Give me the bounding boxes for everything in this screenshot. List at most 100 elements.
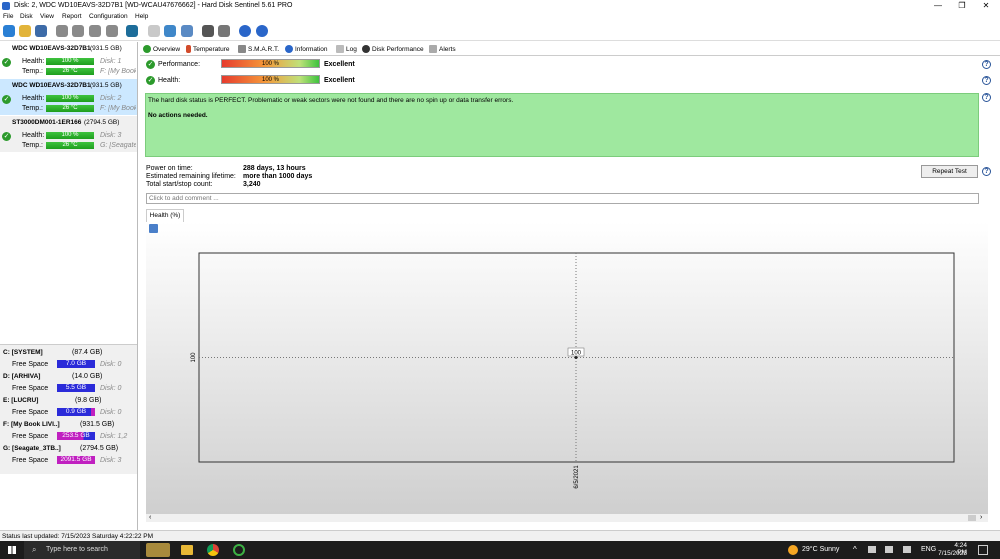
menu-help[interactable]: Help xyxy=(135,13,148,20)
help-icon[interactable]: ? xyxy=(982,60,991,69)
y-tick-label: 100 xyxy=(191,352,197,363)
tab-label: Alerts xyxy=(439,45,456,53)
x-tick-label: 6/5/2021 xyxy=(574,465,580,489)
menu-disk[interactable]: Disk xyxy=(20,13,33,20)
tab-alerts[interactable]: Alerts xyxy=(429,44,456,54)
disk-number: Disk: 1,2 xyxy=(100,433,128,440)
scroll-right-icon[interactable]: › xyxy=(980,514,982,522)
maximize-button[interactable]: ❐ xyxy=(950,0,974,12)
menu-view[interactable]: View xyxy=(40,13,54,20)
alerts-icon xyxy=(429,45,437,53)
app-taskbar-icon[interactable] xyxy=(233,544,245,556)
search-placeholder: Type here to search xyxy=(46,546,108,553)
performance-icon xyxy=(362,45,370,53)
volume-name: G: [Seagate_3TB..] xyxy=(3,445,61,452)
volume-entry[interactable]: F: [My Book LIVI..] (931.5 GB) Free Spac… xyxy=(0,417,137,441)
menu-report[interactable]: Report xyxy=(62,13,82,20)
volume-name: C: [SYSTEM] xyxy=(3,349,43,356)
surface-test-icon[interactable] xyxy=(72,25,84,37)
tab-disk-performance[interactable]: Disk Performance xyxy=(362,44,424,54)
health-bar: 100 % xyxy=(46,132,94,139)
thermometer-icon xyxy=(186,45,191,53)
notification-icon[interactable] xyxy=(978,545,988,555)
monitor-icon[interactable] xyxy=(35,25,47,37)
tab-information[interactable]: Information xyxy=(285,44,328,54)
search-icon: ⌕ xyxy=(32,545,37,554)
volume-tray-icon[interactable] xyxy=(903,546,911,553)
free-space-bar: 0.9 GB xyxy=(57,408,95,416)
volume-size: (87.4 GB) xyxy=(72,349,103,356)
free-space-label: Free Space xyxy=(12,409,49,416)
temp-label: Temp.: xyxy=(22,105,44,112)
disk-number: Disk: 0 xyxy=(100,409,122,416)
language-indicator[interactable]: ENG xyxy=(921,546,936,553)
network-tray-icon[interactable] xyxy=(868,546,876,553)
volume-entry[interactable]: C: [SYSTEM] (87.4 GB) Free Space 7.0 GB … xyxy=(0,345,137,369)
test-icon[interactable] xyxy=(56,25,68,37)
close-button[interactable]: ✕ xyxy=(974,0,998,12)
performance-icon[interactable] xyxy=(202,25,214,37)
menu-configuration[interactable]: Configuration xyxy=(89,13,128,20)
tab-temperature[interactable]: Temperature xyxy=(186,44,230,54)
refresh-icon[interactable] xyxy=(3,25,15,37)
power-on-value: 288 days, 13 hours xyxy=(243,165,306,172)
file-explorer-icon[interactable] xyxy=(181,545,193,555)
settings-icon[interactable] xyxy=(218,25,230,37)
disk-entry[interactable]: WDC WD10EAVS-32D7B1 (931.5 GB) ✓ Health:… xyxy=(0,42,137,78)
status-message-box: The hard disk status is PERFECT. Problem… xyxy=(145,93,979,157)
help-icon[interactable] xyxy=(239,25,251,37)
disk-number: Disk: 0 xyxy=(100,385,122,392)
volume-size: (9.8 GB) xyxy=(75,397,102,404)
smart-icon xyxy=(238,45,246,53)
network-icon[interactable] xyxy=(181,25,193,37)
tab-overview[interactable]: Overview xyxy=(143,44,180,54)
comment-input[interactable] xyxy=(146,193,979,204)
disk-list-panel: WDC WD10EAVS-32D7B1 (931.5 GB) ✓ Health:… xyxy=(0,42,138,530)
disk-number: Disk: 0 xyxy=(100,361,122,368)
help-icon[interactable]: ? xyxy=(982,76,991,85)
globe-icon[interactable] xyxy=(126,25,138,37)
help-icon[interactable]: ? xyxy=(982,167,991,176)
menu-file[interactable]: File xyxy=(3,13,13,20)
disk-entry[interactable]: ST3000DM001-1ER166 (2794.5 GB) ✓ Health:… xyxy=(0,116,137,152)
chrome-icon[interactable] xyxy=(207,544,219,556)
weather-text[interactable]: 29°C Sunny xyxy=(802,546,839,553)
performance-status: Excellent xyxy=(324,61,355,68)
sun-icon xyxy=(788,545,798,555)
horizontal-scrollbar[interactable]: ‹ › xyxy=(146,514,988,522)
tab-smart[interactable]: S.M.A.R.T. xyxy=(238,44,279,54)
scroll-thumb[interactable] xyxy=(968,515,976,521)
chevron-up-icon[interactable]: ^ xyxy=(853,545,857,554)
disk-icon[interactable] xyxy=(19,25,31,37)
health-label: Health: xyxy=(158,77,181,84)
windows-start-icon[interactable] xyxy=(8,546,16,554)
volume-size: (14.0 GB) xyxy=(72,373,103,380)
report-icon[interactable] xyxy=(148,25,160,37)
volume-entry[interactable]: E: [LUCRU] (9.8 GB) Free Space 0.9 GB Di… xyxy=(0,393,137,417)
scroll-left-icon[interactable]: ‹ xyxy=(149,514,151,522)
short-test-icon[interactable] xyxy=(89,25,101,37)
tab-label: Information xyxy=(295,45,328,53)
volume-label: F: [My Book L xyxy=(100,105,136,112)
disk-size: (931.5 GB) xyxy=(90,82,122,89)
status-message: The hard disk status is PERFECT. Problem… xyxy=(148,97,514,104)
health-label: Health: xyxy=(22,58,45,65)
disk-entry-selected[interactable]: WDC WD10EAVS-32D7B1 (931.5 GB) ✓ Health:… xyxy=(0,79,137,115)
tab-log[interactable]: Log xyxy=(336,44,357,54)
clock-date[interactable]: 7/15/2023 xyxy=(937,550,967,557)
send-report-icon[interactable] xyxy=(164,25,176,37)
help-icon[interactable]: ? xyxy=(982,93,991,102)
minimize-button[interactable]: — xyxy=(926,0,950,12)
repeat-test-button[interactable]: Repeat Test xyxy=(921,165,978,178)
display-tray-icon[interactable] xyxy=(885,546,893,553)
menu-bar xyxy=(0,12,1000,23)
start-stop-label: Total start/stop count: xyxy=(146,181,213,188)
tab-health-graph[interactable]: Health (%) xyxy=(146,209,184,222)
extended-test-icon[interactable] xyxy=(106,25,118,37)
taskbar-search[interactable]: ⌕ Type here to search xyxy=(24,541,140,559)
info-icon[interactable] xyxy=(256,25,268,37)
health-label: Health: xyxy=(22,132,45,139)
volume-entry[interactable]: G: [Seagate_3TB..] (2794.5 GB) Free Spac… xyxy=(0,441,137,465)
health-status: Excellent xyxy=(324,77,355,84)
volume-entry[interactable]: D: [ARHIVA] (14.0 GB) Free Space 5.5 GB … xyxy=(0,369,137,393)
